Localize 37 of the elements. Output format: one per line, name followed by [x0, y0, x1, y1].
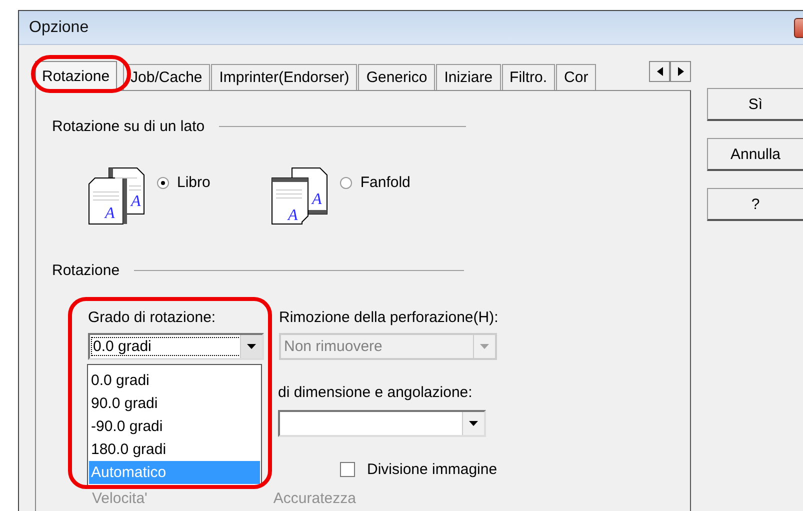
caret-icon	[480, 344, 489, 349]
dropdown-option[interactable]: 90.0 gradi	[89, 392, 260, 415]
scroll-right-button[interactable]	[670, 61, 691, 82]
tab[interactable]: Job/Cache	[122, 64, 210, 90]
dropdown-option[interactable]: 0.0 gradi	[89, 369, 260, 392]
dropdown-option[interactable]: 180.0 gradi	[89, 438, 260, 461]
dialog-button[interactable]: Sì	[707, 88, 803, 121]
tab[interactable]: Imprinter(Endorser)	[211, 64, 358, 90]
size-angle-dropdown[interactable]	[278, 410, 486, 437]
tab[interactable]: Cor	[556, 64, 596, 90]
right-triangle-icon	[678, 67, 684, 76]
radio-label: Libro	[177, 174, 210, 191]
slider-label: Velocita'	[92, 490, 148, 507]
caret-icon	[247, 344, 256, 349]
field-label: di dimensione e angolazione:	[278, 384, 474, 401]
tab[interactable]: Rotazione	[35, 61, 117, 91]
field-label: Grado di rotazione:	[88, 309, 217, 326]
rotation-degree-dropdown[interactable]: 0.0 gradi	[88, 333, 264, 360]
radio-button[interactable]	[340, 177, 352, 189]
caret-icon	[469, 421, 478, 426]
radio-button[interactable]	[157, 177, 169, 189]
dialog-button[interactable]: ?	[707, 188, 803, 221]
group-label: Rotazione	[52, 262, 120, 279]
left-triangle-icon	[656, 67, 662, 76]
scroll-left-button[interactable]	[649, 61, 670, 82]
tab[interactable]: Generico	[358, 64, 436, 90]
radio-label: Fanfold	[360, 174, 410, 191]
tab[interactable]: Filtro.	[502, 64, 556, 90]
field-label: Rimozione della perforazione(H):	[279, 309, 498, 326]
tab[interactable]: Iniziare	[436, 64, 501, 90]
checkbox[interactable]	[340, 462, 355, 477]
dropdown-option[interactable]: -90.0 gradi	[89, 415, 260, 438]
slider-label: Accuratezza	[273, 490, 356, 507]
window-title: Opzione	[28, 18, 89, 36]
checkbox-label: Divisione immagine	[367, 461, 498, 478]
dialog-button[interactable]: Annulla	[707, 138, 803, 171]
group-label: Rotazione su di un lato	[52, 118, 205, 135]
